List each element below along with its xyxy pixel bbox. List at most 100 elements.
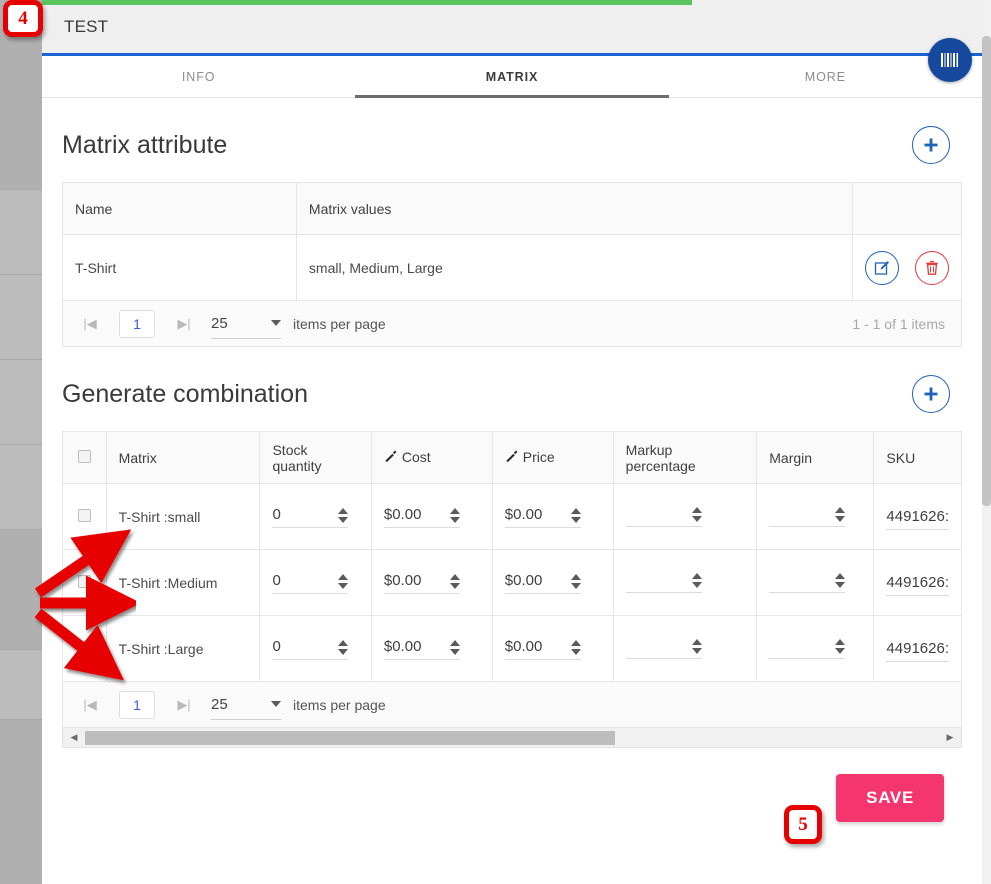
- price-stepper[interactable]: $0.00: [504, 572, 581, 594]
- stepper-arrows: [835, 506, 846, 522]
- page-number-input[interactable]: 1: [119, 690, 155, 719]
- trash-icon[interactable]: [915, 250, 949, 285]
- stepper-arrows: [691, 638, 702, 654]
- markup-stepper[interactable]: [625, 572, 702, 593]
- stepper-down-icon[interactable]: [835, 581, 846, 588]
- page-number-input[interactable]: 1: [119, 309, 155, 338]
- stock-quantity-stepper[interactable]: 0: [272, 638, 349, 660]
- price-stepper[interactable]: $0.00: [504, 638, 581, 660]
- stepper-up-icon[interactable]: [338, 573, 349, 580]
- matrix-attribute-table: Name Matrix values T-Shirt small, Medium…: [62, 182, 962, 301]
- stepper-down-icon[interactable]: [691, 647, 702, 654]
- edit-pencil-icon[interactable]: [865, 250, 900, 285]
- stepper-up-icon[interactable]: [835, 638, 846, 645]
- stepper-up-icon[interactable]: [691, 506, 702, 513]
- stepper-up-icon[interactable]: [691, 572, 702, 579]
- stepper-down-icon[interactable]: [449, 582, 460, 589]
- select-all-checkbox[interactable]: [77, 449, 91, 463]
- col-price-label: Price: [522, 448, 555, 465]
- tab-matrix[interactable]: MATRIX: [355, 56, 669, 98]
- stepper-down-icon[interactable]: [449, 516, 460, 523]
- stepper-up-icon[interactable]: [835, 572, 846, 579]
- cost-stepper[interactable]: $0.00: [383, 506, 460, 528]
- stepper-down-icon[interactable]: [449, 648, 460, 655]
- stepper-down-icon[interactable]: [570, 648, 581, 655]
- scroll-right-icon[interactable]: ▶: [942, 732, 958, 743]
- margin-stepper[interactable]: [769, 638, 846, 659]
- stock-quantity-stepper[interactable]: 0: [272, 572, 349, 594]
- magic-wand-icon: [385, 450, 397, 463]
- save-button[interactable]: SAVE: [836, 774, 944, 822]
- cell-price: $0.00: [491, 549, 614, 616]
- tab-matrix-label: MATRIX: [485, 69, 539, 84]
- cell-cost: $0.00: [370, 615, 493, 682]
- tab-bar: INFO MATRIX MORE: [42, 56, 982, 98]
- margin-stepper[interactable]: [769, 572, 846, 593]
- items-per-page-label: items per page: [293, 315, 386, 332]
- vertical-scroll-thumb[interactable]: [982, 36, 991, 506]
- row-checkbox[interactable]: [77, 508, 91, 522]
- barcode-icon[interactable]: [928, 38, 972, 82]
- cost-stepper[interactable]: $0.00: [383, 638, 460, 660]
- first-page-icon[interactable]: |◀: [77, 697, 103, 713]
- cell-margin: [756, 483, 875, 550]
- tab-info-label: INFO: [181, 69, 216, 84]
- stepper-down-icon[interactable]: [338, 582, 349, 589]
- stepper-down-icon[interactable]: [570, 516, 581, 523]
- horizontal-scroll-thumb[interactable]: [85, 730, 615, 745]
- stepper-up-icon[interactable]: [449, 573, 460, 580]
- page-vertical-scrollbar[interactable]: [982, 0, 991, 884]
- cell-sku: 4491626:: [873, 483, 962, 550]
- sku-input[interactable]: 4491626:: [886, 508, 949, 530]
- footer-actions: SAVE: [62, 748, 962, 822]
- add-matrix-attribute-button[interactable]: [912, 126, 950, 164]
- cell-margin: [756, 615, 875, 682]
- stepper-down-icon[interactable]: [835, 515, 846, 522]
- last-page-icon[interactable]: ▶|: [171, 316, 197, 332]
- page-size-value: 25: [211, 695, 228, 713]
- cost-stepper[interactable]: $0.00: [383, 571, 460, 594]
- stepper-down-icon[interactable]: [691, 581, 702, 588]
- backdrop-band: [0, 720, 42, 884]
- row-checkbox[interactable]: [77, 640, 91, 654]
- markup-stepper[interactable]: [625, 638, 702, 659]
- tab-info[interactable]: INFO: [42, 56, 355, 97]
- cost-value: $0.00: [383, 571, 422, 589]
- stepper-arrows: [338, 573, 349, 589]
- sku-input[interactable]: 4491626:: [886, 640, 949, 662]
- add-combination-button[interactable]: [912, 375, 950, 413]
- backdrop-band: [0, 650, 42, 720]
- stepper-arrows: [691, 572, 702, 588]
- stepper-down-icon[interactable]: [835, 647, 846, 654]
- stepper-up-icon[interactable]: [449, 639, 460, 646]
- stepper-up-icon[interactable]: [691, 638, 702, 645]
- stepper-down-icon[interactable]: [691, 515, 702, 522]
- stepper-up-icon[interactable]: [338, 639, 349, 646]
- cell-stock-quantity: 0: [259, 483, 372, 550]
- last-page-icon[interactable]: ▶|: [171, 697, 197, 713]
- table-horizontal-scrollbar[interactable]: ◀ ▶: [62, 728, 962, 748]
- generate-combination-body: T-Shirt :small 0 $0.00 $0.00 4491626: T-…: [62, 483, 962, 682]
- stepper-down-icon[interactable]: [570, 582, 581, 589]
- generate-combination-table: Matrix Stock quantity Cost Price Markup …: [62, 431, 962, 682]
- row-checkbox[interactable]: [77, 574, 91, 588]
- stepper-down-icon[interactable]: [338, 516, 349, 523]
- price-stepper[interactable]: $0.00: [504, 506, 581, 528]
- page-size-select[interactable]: 25: [211, 309, 281, 339]
- stepper-arrows: [449, 507, 460, 523]
- stepper-up-icon[interactable]: [338, 507, 349, 514]
- stock-quantity-stepper[interactable]: 0: [272, 506, 349, 528]
- stepper-down-icon[interactable]: [338, 648, 349, 655]
- first-page-icon[interactable]: |◀: [77, 316, 103, 332]
- markup-stepper[interactable]: [625, 506, 702, 527]
- page-size-select[interactable]: 25: [211, 690, 281, 720]
- stepper-up-icon[interactable]: [570, 507, 581, 514]
- margin-stepper[interactable]: [769, 506, 846, 527]
- sku-input[interactable]: 4491626:: [886, 574, 949, 596]
- stepper-up-icon[interactable]: [835, 506, 846, 513]
- stepper-up-icon[interactable]: [570, 573, 581, 580]
- stepper-up-icon[interactable]: [570, 639, 581, 646]
- scroll-left-icon[interactable]: ◀: [66, 732, 82, 743]
- stepper-up-icon[interactable]: [449, 507, 460, 514]
- items-per-page-label: items per page: [293, 696, 386, 713]
